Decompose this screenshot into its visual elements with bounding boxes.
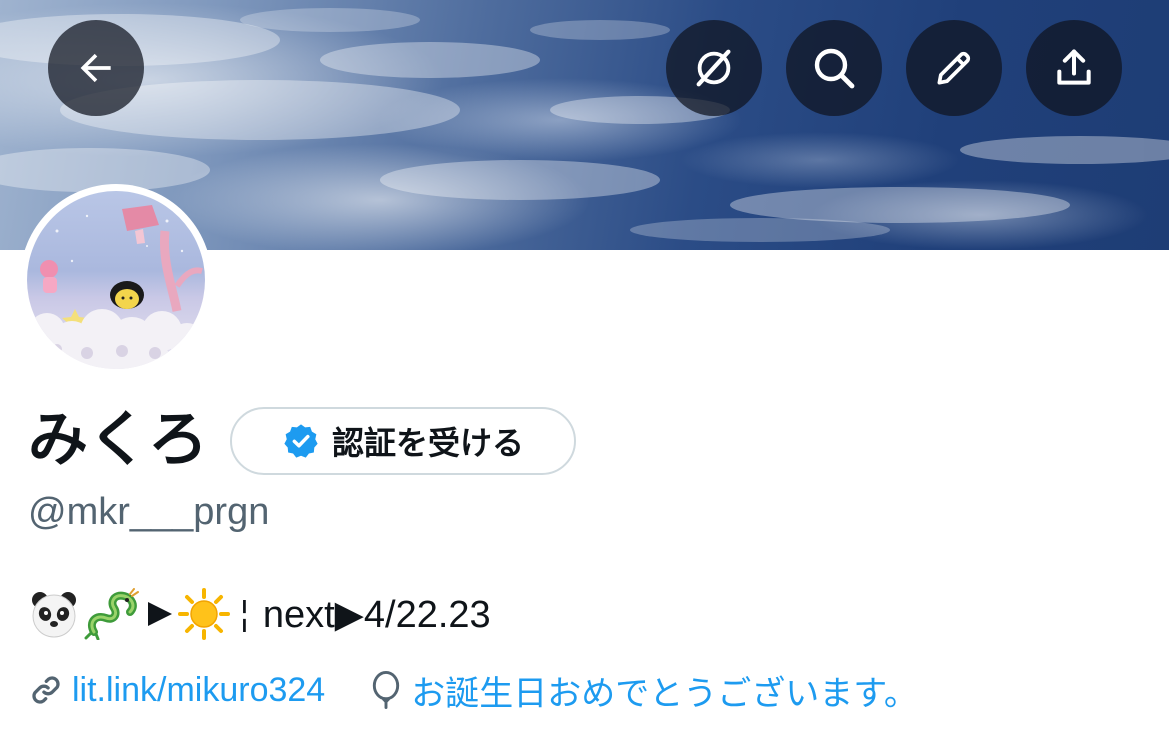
profile-link[interactable]: lit.link/mikuro324 bbox=[72, 671, 325, 710]
get-verified-button[interactable]: 認証を受ける bbox=[230, 407, 576, 475]
share-icon bbox=[1057, 49, 1091, 85]
get-verified-label: 認証を受ける bbox=[331, 424, 524, 462]
user-handle: @mkr___prgn bbox=[28, 491, 270, 533]
balloon-icon bbox=[373, 671, 400, 709]
search-button[interactable] bbox=[786, 20, 882, 116]
back-button[interactable] bbox=[48, 20, 144, 116]
circle-slash-icon bbox=[696, 49, 731, 87]
back-arrow-icon bbox=[80, 53, 111, 83]
avatar-image bbox=[27, 191, 205, 369]
search-icon bbox=[814, 48, 855, 89]
avatar[interactable] bbox=[20, 184, 212, 376]
profile-bio: ¦ next▶︎4/22.23 bbox=[28, 586, 491, 642]
pencil-icon bbox=[937, 51, 971, 85]
birthday-text: お誕生日おめでとうございます。 bbox=[411, 674, 918, 713]
link-icon bbox=[32, 676, 60, 704]
profile-meta: lit.link/mikuro324 お誕生日おめでとうございます。 bbox=[28, 664, 918, 716]
verified-badge-icon bbox=[284, 424, 318, 458]
bio-separator: ¦ bbox=[240, 594, 249, 633]
dragon-emoji bbox=[84, 588, 142, 640]
play-arrow-icon bbox=[146, 596, 174, 632]
panda-emoji bbox=[28, 588, 80, 640]
edit-button[interactable] bbox=[906, 20, 1002, 116]
share-button[interactable] bbox=[1026, 20, 1122, 116]
bio-text: next▶︎4/22.23 bbox=[262, 593, 491, 636]
sun-emoji bbox=[178, 588, 230, 640]
profile-page: みくろ 認証を受ける @mkr___prgn ¦ next▶︎4/22.23 l… bbox=[0, 0, 1169, 738]
display-name: みくろ bbox=[28, 405, 208, 475]
grok-button[interactable] bbox=[666, 20, 762, 116]
